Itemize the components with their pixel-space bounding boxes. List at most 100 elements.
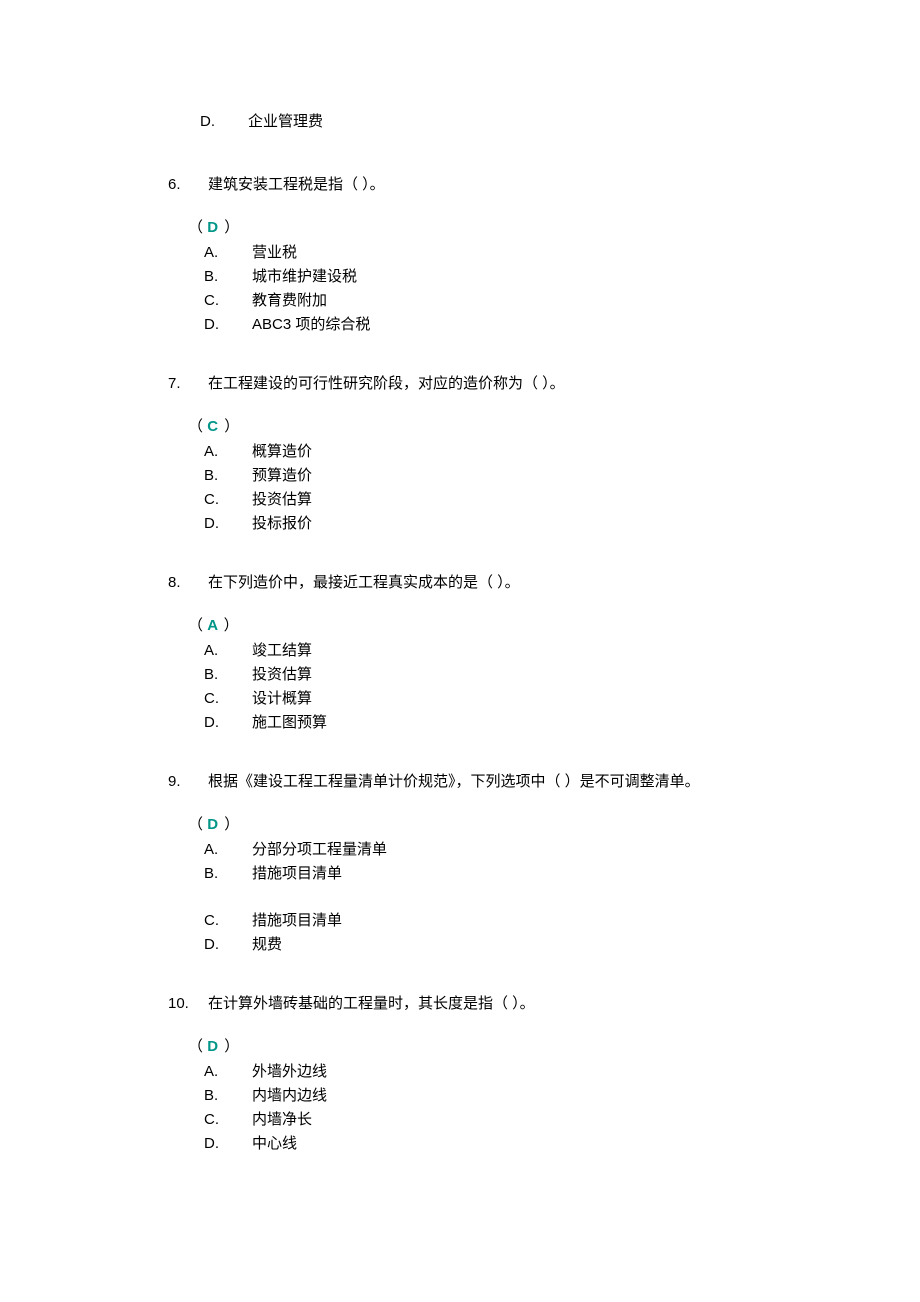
option-letter: A.: [204, 1063, 224, 1080]
option-letter: A.: [204, 244, 224, 261]
option-line: D. 中心线: [204, 1132, 840, 1153]
question-text: 建筑安装工程税是指（ ）。: [208, 173, 840, 194]
option-line: B. 城市维护建设税: [204, 265, 840, 286]
option-letter: A.: [204, 642, 224, 659]
option-line: A. 营业税: [204, 241, 840, 262]
option-text: 概算造价: [252, 440, 840, 461]
option-letter: C.: [204, 292, 224, 309]
question-text: 在计算外墙砖基础的工程量时，其长度是指（ ）。: [208, 992, 840, 1013]
answer-letter: D: [207, 816, 224, 833]
question-number: 10.: [80, 995, 208, 1012]
option-letter: D.: [204, 515, 224, 532]
question-block: 7.在工程建设的可行性研究阶段，对应的造价称为（ ）。（ C ）A.概算造价B.…: [80, 372, 840, 533]
question-number: 9.: [80, 773, 208, 790]
option-line: D. 施工图预算: [204, 711, 840, 732]
option-letter: D.: [204, 1135, 224, 1152]
option-letter: B.: [204, 666, 224, 683]
answer-letter: D: [207, 219, 224, 236]
option-letter: B.: [204, 865, 224, 882]
answer-letter: A: [207, 617, 223, 634]
question-block: 9.根据《建设工程工程量清单计价规范》，下列选项中（ ）是不可调整清单。 （ D …: [80, 770, 840, 954]
option-letter: C.: [204, 1111, 224, 1128]
option-letter: B.: [204, 467, 224, 484]
option-line: D.规费: [204, 933, 840, 954]
option-text: 企业管理费: [248, 110, 840, 131]
option-letter: B.: [204, 1087, 224, 1104]
option-text: 措施项目清单: [252, 862, 840, 883]
question-number: 6.: [80, 176, 208, 193]
question-block: 8.在下列造价中，最接近工程真实成本的是（ ）。（ A ）A.竣工结算B.投资估…: [80, 571, 840, 732]
questions-container: 6.建筑安装工程税是指（ ）。（ D ）A.营业税B.城市维护建设税C.教育费附…: [80, 173, 840, 1153]
question-row: 8.在下列造价中，最接近工程真实成本的是（ ）。: [80, 571, 840, 592]
option-text: 内墙内边线: [252, 1084, 840, 1105]
answer-paren-open: （: [188, 1038, 203, 1055]
question-block: 10.在计算外墙砖基础的工程量时，其长度是指（ ）。（ D ）A.外墙外边线B.…: [80, 992, 840, 1153]
option-line: A. 外墙外边线: [204, 1060, 840, 1081]
option-line: A. 概算造价: [204, 440, 840, 461]
question-text: 根据《建设工程工程量清单计价规范》，下列选项中（ ）是不可调整清单。: [208, 770, 840, 791]
option-text: ABC3 项的综合税: [252, 313, 840, 334]
option-text: 营业税: [252, 241, 840, 262]
question-block: 6.建筑安装工程税是指（ ）。 （ D ）A. 营业税 B. 城市维护建设税 C. 教育费附…: [80, 173, 840, 334]
option-line: B. 内墙内边线: [204, 1084, 840, 1105]
options-list: A.分部分项工程量清单 B. 措施项目清单 C. 措施项目清单 D.规费: [204, 838, 840, 954]
orphan-option-line: D. 企业管理费: [200, 110, 840, 131]
option-line: B. 预算造价: [204, 464, 840, 485]
option-text: 教育费附加: [252, 289, 840, 310]
option-line: B.投资估算: [204, 663, 840, 684]
question-row: 9.根据《建设工程工程量清单计价规范》，下列选项中（ ）是不可调整清单。: [80, 770, 840, 791]
question-number: 7.: [80, 375, 208, 392]
answer-paren-open: （: [188, 418, 203, 435]
option-text: 分部分项工程量清单: [252, 838, 840, 859]
answer-paren-close: ）: [224, 219, 239, 236]
option-line: A.分部分项工程量清单: [204, 838, 840, 859]
option-line: A.竣工结算: [204, 639, 840, 660]
option-line: D. ABC3 项的综合税: [204, 313, 840, 334]
options-list: A. 概算造价 B. 预算造价 C. 投资估算 D. 投标报价: [204, 440, 840, 533]
option-letter: D.: [204, 316, 224, 333]
question-row: 7.在工程建设的可行性研究阶段，对应的造价称为（ ）。: [80, 372, 840, 393]
option-letter: C.: [204, 690, 224, 707]
question-row: 10.在计算外墙砖基础的工程量时，其长度是指（ ）。: [80, 992, 840, 1013]
option-text: 施工图预算: [252, 711, 840, 732]
options-list: A.竣工结算 B.投资估算 C. 设计概算 D. 施工图预算: [204, 639, 840, 732]
option-text: 外墙外边线: [252, 1060, 840, 1081]
option-letter: C.: [204, 912, 224, 929]
option-line: C. 教育费附加: [204, 289, 840, 310]
option-text: 设计概算: [252, 687, 840, 708]
answer-letter: C: [207, 418, 224, 435]
option-letter: B.: [204, 268, 224, 285]
option-text: 投资估算: [252, 488, 840, 509]
option-line: D. 企业管理费: [200, 110, 840, 131]
answer-paren-open: （: [188, 219, 203, 236]
option-text: 预算造价: [252, 464, 840, 485]
page-content: D. 企业管理费 6.建筑安装工程税是指（ ）。（ D ）A.营业税B.城市维护…: [0, 0, 920, 1291]
option-letter: A.: [204, 443, 224, 460]
option-line: C. 投资估算: [204, 488, 840, 509]
option-text: 措施项目清单: [252, 909, 840, 930]
question-text: 在工程建设的可行性研究阶段，对应的造价称为（ ）。: [208, 372, 840, 393]
option-letter: D.: [204, 936, 224, 953]
option-letter: C.: [204, 491, 224, 508]
question-number: 8.: [80, 574, 208, 591]
answer-row: （ D ）: [188, 813, 840, 834]
option-line: D. 投标报价: [204, 512, 840, 533]
option-text: 中心线: [252, 1132, 840, 1153]
answer-row: （ C ）: [188, 415, 840, 436]
option-line: C. 内墙净长: [204, 1108, 840, 1129]
answer-paren-open: （: [188, 816, 203, 833]
answer-paren-close: ）: [224, 418, 239, 435]
answer-paren-open: （: [188, 617, 203, 634]
option-text: 内墙净长: [252, 1108, 840, 1129]
option-line: C. 措施项目清单: [204, 909, 840, 930]
option-text: 城市维护建设税: [252, 265, 840, 286]
question-row: 6.建筑安装工程税是指（ ）。: [80, 173, 840, 194]
option-letter: D.: [200, 113, 220, 130]
options-list: A. 外墙外边线 B. 内墙内边线 C. 内墙净长 D. 中心线: [204, 1060, 840, 1153]
answer-paren-close: ）: [224, 1038, 239, 1055]
option-text: 投标报价: [252, 512, 840, 533]
option-letter: D.: [204, 714, 224, 731]
question-text: 在下列造价中，最接近工程真实成本的是（ ）。: [208, 571, 840, 592]
answer-paren-close: ）: [224, 816, 239, 833]
option-line: C. 设计概算: [204, 687, 840, 708]
